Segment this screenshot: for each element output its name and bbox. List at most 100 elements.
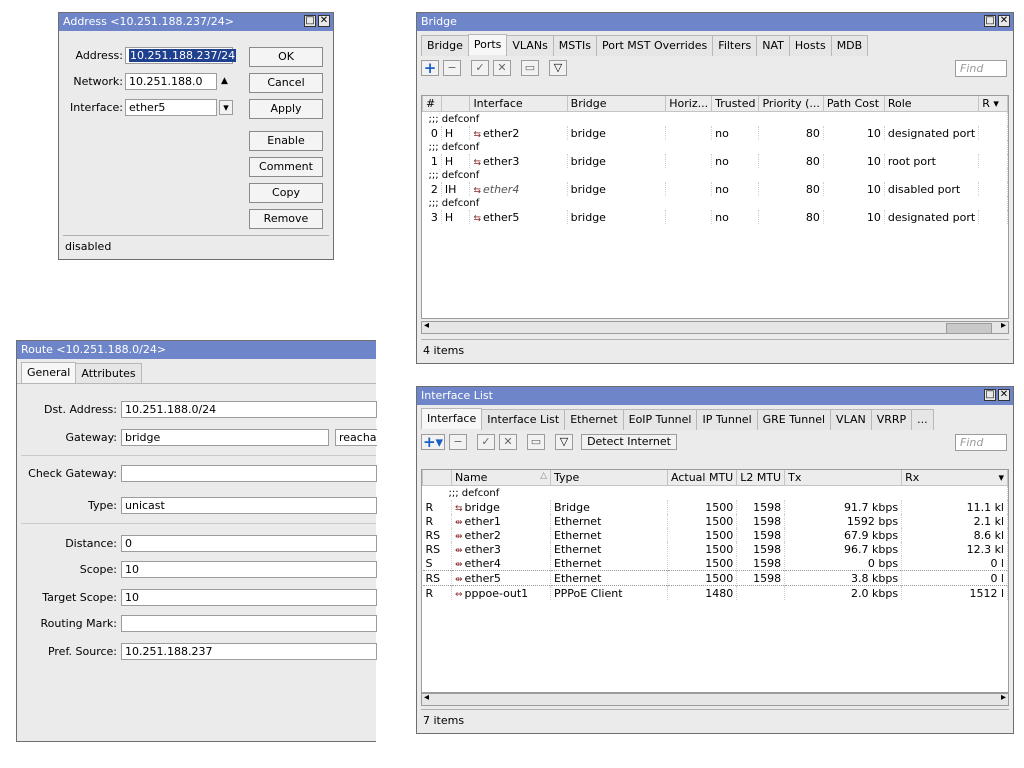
add-icon[interactable]: + <box>421 60 439 76</box>
remove-button[interactable]: Remove <box>249 209 323 229</box>
scroll-thumb[interactable] <box>946 323 992 334</box>
type-select[interactable]: unicast <box>121 497 377 514</box>
disable-icon[interactable]: ✕ <box>493 60 511 76</box>
disable-icon[interactable]: ✕ <box>499 434 517 450</box>
table-row[interactable]: R ⇔ pppoe-out1 PPPoE Client 1480 2.0 kbps… <box>422 585 1008 600</box>
address-input[interactable]: 10.251.188.237/24 <box>125 47 237 64</box>
route-dialog-titlebar[interactable]: Route <10.251.188.0/24> <box>17 341 376 359</box>
tab-mstis[interactable]: MSTIs <box>552 35 597 56</box>
column-header[interactable]: Interface <box>469 96 568 112</box>
tab-ethernet[interactable]: Ethernet <box>564 409 624 430</box>
detect-internet-button[interactable]: Detect Internet <box>581 434 677 450</box>
dst-address-input[interactable]: 10.251.188.0/24 <box>121 401 377 418</box>
interface-list-titlebar[interactable]: Interface List □ ✕ <box>417 387 1013 405</box>
collapse-arrow-icon[interactable]: ▲ <box>221 76 228 86</box>
filter-icon[interactable]: ▽ <box>555 434 573 450</box>
gateway-input[interactable]: bridge <box>121 429 329 446</box>
table-row[interactable]: RS ⇹ ether5 Ethernet 1500 1598 3.8 kbps 0… <box>422 570 1008 586</box>
table-row[interactable]: 3 H ⇆ ether5 bridge no 80 10 designated p… <box>422 210 1008 224</box>
column-header[interactable]: Trusted <box>711 96 760 112</box>
tab-general[interactable]: General <box>21 362 77 383</box>
close-icon[interactable]: ✕ <box>318 15 330 27</box>
column-header[interactable]: Role <box>883 96 980 112</box>
horizontal-scrollbar[interactable]: ◂ ▸ <box>421 692 1009 706</box>
enable-button[interactable]: Enable <box>249 131 323 151</box>
column-header[interactable]: Rx ▾ <box>901 470 1008 486</box>
maximize-icon[interactable]: □ <box>304 15 316 27</box>
chevron-down-icon[interactable]: ▾ <box>998 471 1004 484</box>
network-input[interactable]: 10.251.188.0 <box>125 73 217 90</box>
table-row[interactable]: S ⇹ ether4 Ethernet 1500 1598 0 bps 0 l <box>422 556 1008 571</box>
scroll-right-icon[interactable]: ▸ <box>1001 692 1006 703</box>
column-header[interactable]: Tx <box>784 470 903 486</box>
tab-interface[interactable]: Interface <box>421 408 483 429</box>
apply-button[interactable]: Apply <box>249 99 323 119</box>
column-header[interactable]: Path Cost <box>822 96 885 112</box>
table-row[interactable]: RS ⇹ ether3 Ethernet 1500 1598 96.7 kbps … <box>422 542 1008 556</box>
tab-vlan[interactable]: VLAN <box>830 409 872 430</box>
pref-source-input[interactable]: 10.251.188.237 <box>121 643 377 660</box>
column-header[interactable]: R ▾ <box>978 96 1008 112</box>
table-row[interactable]: RS ⇹ ether2 Ethernet 1500 1598 67.9 kbps … <box>422 528 1008 542</box>
maximize-icon[interactable]: □ <box>984 389 996 401</box>
tab-interface-list[interactable]: Interface List <box>481 409 566 430</box>
column-header[interactable]: Horiz... <box>665 96 713 112</box>
table-row[interactable]: R ⇹ ether1 Ethernet 1500 1598 1592 bps 2.… <box>422 514 1008 528</box>
copy-button[interactable]: Copy <box>249 183 323 203</box>
close-icon[interactable]: ✕ <box>998 389 1010 401</box>
scope-input[interactable]: 10 <box>121 561 377 578</box>
column-header[interactable]: Bridge <box>566 96 667 112</box>
enable-icon[interactable]: ✓ <box>471 60 489 76</box>
column-header[interactable]: Type <box>550 470 668 486</box>
column-header[interactable]: # <box>422 96 442 112</box>
tab-eoip-tunnel[interactable]: EoIP Tunnel <box>622 409 698 430</box>
cancel-button[interactable]: Cancel <box>249 73 323 93</box>
column-header[interactable]: Name △ <box>451 470 551 486</box>
enable-icon[interactable]: ✓ <box>477 434 495 450</box>
scroll-right-icon[interactable]: ▸ <box>1001 320 1006 331</box>
tab-nat[interactable]: NAT <box>756 35 790 56</box>
tab-vlans[interactable]: VLANs <box>506 35 554 56</box>
tab-vrrp[interactable]: VRRP <box>870 409 913 430</box>
target-scope-input[interactable]: 10 <box>121 589 377 606</box>
find-input[interactable]: Find <box>955 434 1007 451</box>
distance-input[interactable]: 0 <box>121 535 377 552</box>
dropdown-icon[interactable]: ▾ <box>219 100 233 115</box>
column-header[interactable] <box>422 470 452 486</box>
tab-hosts[interactable]: Hosts <box>788 35 832 56</box>
sort-ascending-icon[interactable]: △ <box>540 471 547 481</box>
scroll-left-icon[interactable]: ◂ <box>424 692 429 703</box>
address-dialog-titlebar[interactable]: Address <10.251.188.237/24> □ ✕ <box>59 13 333 31</box>
ok-button[interactable]: OK <box>249 47 323 67</box>
table-row[interactable]: 0 H ⇆ ether2 bridge no 80 10 designated p… <box>422 126 1008 140</box>
tab-mdb[interactable]: MDB <box>830 35 869 56</box>
bridge-titlebar[interactable]: Bridge □ ✕ <box>417 13 1013 31</box>
tab-port-mst-overrides[interactable]: Port MST Overrides <box>595 35 714 56</box>
tab-ports[interactable]: Ports <box>467 34 508 55</box>
column-header[interactable]: Priority (... <box>758 96 824 112</box>
chevron-down-icon[interactable]: ▾ <box>993 97 999 110</box>
tab-gre-tunnel[interactable]: GRE Tunnel <box>756 409 832 430</box>
remove-icon[interactable]: − <box>443 60 461 76</box>
comment-icon[interactable]: ▭ <box>521 60 539 76</box>
check-gateway-select[interactable] <box>121 465 377 482</box>
remove-icon[interactable]: − <box>449 434 467 450</box>
column-header[interactable] <box>440 96 471 112</box>
maximize-icon[interactable]: □ <box>984 15 996 27</box>
table-row[interactable]: 2 IH ⇆ ether4 bridge no 80 10 disabled po… <box>422 182 1008 196</box>
comment-button[interactable]: Comment <box>249 157 323 177</box>
tab-bridge[interactable]: Bridge <box>421 35 469 56</box>
horizontal-scrollbar[interactable]: ◂ ▸ <box>421 320 1009 334</box>
tab-filters[interactable]: Filters <box>712 35 758 56</box>
filter-icon[interactable]: ▽ <box>549 60 567 76</box>
tab-more[interactable]: ... <box>911 409 934 430</box>
close-icon[interactable]: ✕ <box>998 15 1010 27</box>
add-icon[interactable]: +▾ <box>421 434 445 450</box>
interface-select[interactable]: ether5 <box>125 99 217 116</box>
tab-attributes[interactable]: Attributes <box>75 363 142 384</box>
scroll-left-icon[interactable]: ◂ <box>424 320 429 331</box>
comment-icon[interactable]: ▭ <box>527 434 545 450</box>
routing-mark-select[interactable] <box>121 615 377 632</box>
column-header[interactable]: Actual MTU <box>666 470 738 486</box>
find-input[interactable]: Find <box>955 60 1007 77</box>
